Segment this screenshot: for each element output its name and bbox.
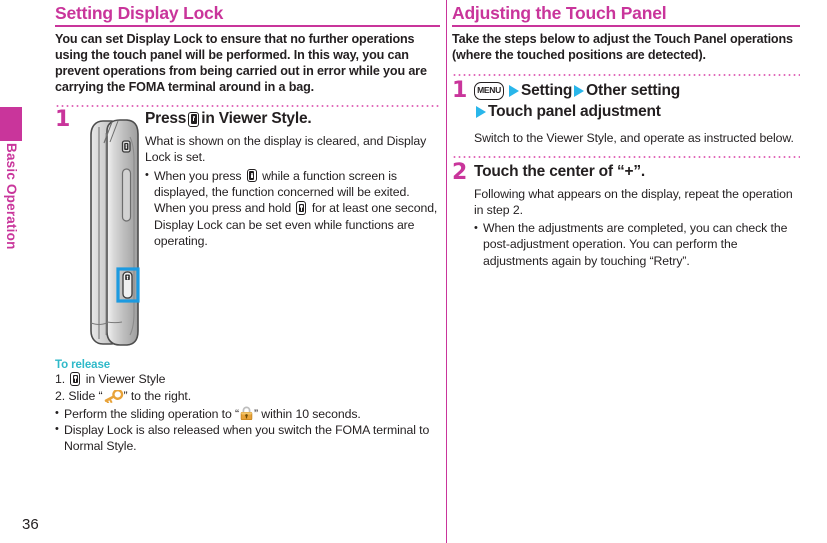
sidebar-tab-block [0,107,22,141]
to-release-block: To release 1. in Viewer Style 2. Slide “… [55,359,440,454]
to-release-item-2-pre: 2. Slide “ [55,388,103,403]
breadcrumb-setting: Setting [521,82,573,100]
sidebar-chapter-tab: Basic Operation [0,107,22,362]
to-release-item-1-pre: 1. [55,372,66,387]
to-release-bullet-1-post: ” within 10 seconds. [254,406,361,421]
step-1-description-right: Switch to the Viewer Style, and operate … [474,131,794,146]
step-2-heading-right: Touch the center of “+”. [474,162,646,180]
step-2-right: 2 Touch the center of “+”. Following wha… [452,159,800,269]
to-release-item-1-post: in Viewer Style [85,372,166,387]
cyan-arrow-icon [574,85,585,98]
to-release-item-1: 1. in Viewer Style [55,371,440,388]
step-1-bullet-item: When you press while a function screen i… [145,167,440,249]
display-lock-key-icon [246,168,257,183]
to-release-bullet-1: Perform the sliding operation to “ ” with… [55,405,440,422]
title-rule-left [55,25,440,28]
step-number-left-1: 1 [55,107,71,133]
gold-padlock-icon [239,406,254,421]
dotted-separator-left-1 [55,105,440,108]
step-2-bullet-item: When the adjustments are completed, you … [474,220,800,269]
to-release-bullets: Perform the sliding operation to “ ” with… [55,405,440,455]
gold-key-icon [103,388,124,405]
sidebar-chapter-label: Basic Operation [4,143,19,250]
to-release-heading: To release [55,359,111,372]
title-rule-right [452,25,800,28]
bullet-part-1: When you press [154,168,242,183]
step-1-heading-pre: Press [145,110,187,128]
step-1-description-left: What is shown on the display is cleared,… [145,134,427,165]
intro-paragraph-right: Take the steps below to adjust the Touch… [452,32,793,63]
step-1-right: 1 MENU Setting Other setting Touch panel… [452,80,800,146]
dotted-separator-right-2 [452,155,800,158]
to-release-bullet-1-pre: Perform the sliding operation to “ [64,406,239,421]
cyan-arrow-icon [509,85,519,98]
display-lock-key-icon [188,111,200,127]
dotted-separator-right-1 [452,74,800,77]
breadcrumb-touch-panel-adjustment: Touch panel adjustment [488,103,661,121]
to-release-item-2: 2. Slide “ ” to the right. [55,388,440,405]
left-column: Setting Display Lock You can set Display… [55,0,440,543]
step-1-heading-right-line2: Touch panel adjustment [474,101,800,123]
step-2-bullet-list: When the adjustments are completed, you … [474,220,800,269]
step-1-left: 1 Press in Viewer Style. What is shown o… [55,109,440,359]
step-1-heading-right: MENU Setting Other setting [474,80,800,102]
step-number-right-2: 2 [452,159,468,185]
breadcrumb-other-setting: Other setting [586,82,680,100]
phone-side-view-illustration [77,117,149,357]
page-title-left: Setting Display Lock [55,3,224,23]
step-1-heading-post: in Viewer Style. [201,110,312,128]
step-2-description-right: Following what appears on the display, r… [474,186,793,217]
column-divider [446,0,448,543]
cyan-arrow-icon [476,106,486,119]
display-lock-key-icon [296,201,307,215]
step-1-bullet-list-left: When you press while a function screen i… [145,167,440,249]
step-1-heading-left: Press in Viewer Style. [145,109,440,129]
menu-key-icon[interactable]: MENU [474,82,504,101]
to-release-bullet-2: Display Lock is also released when you s… [55,421,440,455]
step-number-right-1: 1 [452,78,468,104]
to-release-item-2-post: ” to the right. [123,388,192,403]
display-lock-key-icon [70,372,81,386]
intro-paragraph-left: You can set Display Lock to ensure that … [55,32,427,95]
page-title-right: Adjusting the Touch Panel [452,3,667,23]
page-number: 36 [22,516,39,533]
right-column: Adjusting the Touch Panel Take the steps… [452,0,800,543]
